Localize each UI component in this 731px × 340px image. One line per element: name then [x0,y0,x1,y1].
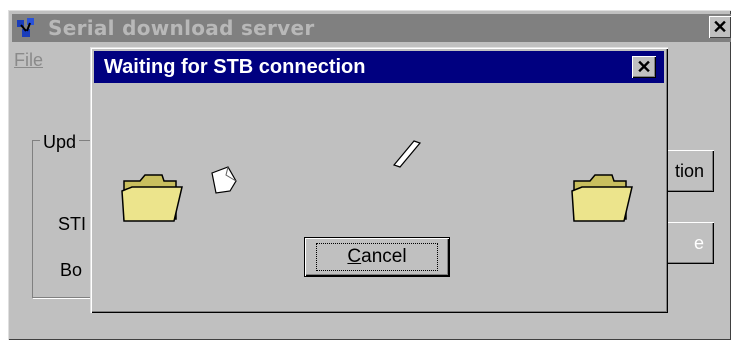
destination-folder-icon [570,171,634,230]
stb-label: STI [58,214,87,234]
document-icon [390,137,424,176]
upload-group-label: Upd [40,132,80,153]
source-folder-icon [120,171,184,230]
waiting-dialog: Waiting for STB connection ✕ Cancel [90,47,668,313]
main-close-button[interactable]: ✕ [709,16,731,38]
main-window-title: Serial download server [48,16,315,40]
main-menubar: File [14,50,43,71]
board-label: Bo [60,260,83,280]
cancel-button-label: Cancel [316,243,438,271]
dialog-title: Waiting for STB connection [104,55,366,78]
dialog-titlebar[interactable]: Waiting for STB connection ✕ [94,51,664,83]
close-icon: ✕ [712,17,728,37]
close-icon: ✕ [636,57,652,77]
network-app-icon [16,17,40,39]
main-titlebar[interactable]: Serial download server ✕ [12,14,731,42]
menu-file[interactable]: File [14,50,43,70]
document-icon [206,165,240,202]
dialog-close-button[interactable]: ✕ [632,56,656,78]
cancel-button[interactable]: Cancel [304,237,450,277]
